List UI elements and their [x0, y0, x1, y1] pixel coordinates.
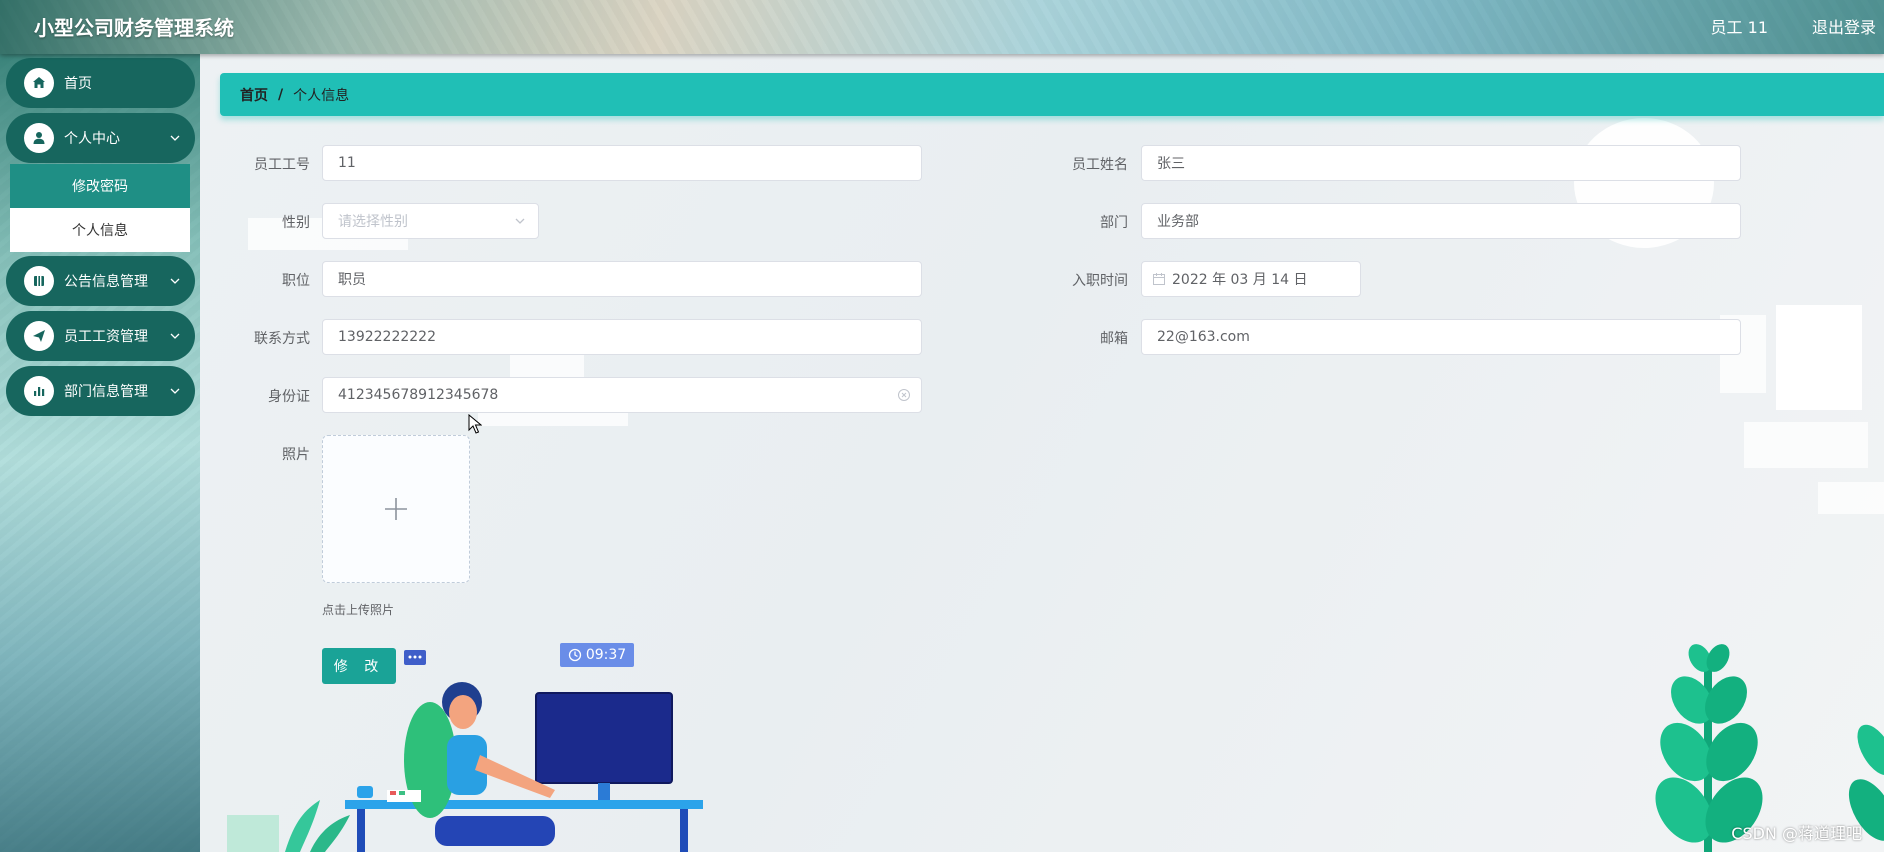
paper-plane-icon: [24, 321, 54, 351]
hire-date-picker[interactable]: 2022 年 03 月 14 日: [1141, 261, 1361, 297]
email-field[interactable]: 22@163.com: [1141, 319, 1741, 355]
calendar-icon: [1153, 273, 1165, 285]
plus-icon: [385, 498, 407, 520]
clock-icon: [568, 648, 581, 662]
submenu-item-change-password[interactable]: 修改密码: [10, 164, 190, 208]
decor-block: [510, 355, 584, 377]
sidebar-item-personal-center[interactable]: 个人中心: [6, 113, 195, 163]
sidebar-item-label: 首页: [64, 76, 92, 92]
sidebar-item-department-management[interactable]: 部门信息管理: [6, 366, 195, 416]
upload-hint: 点击上传照片: [322, 603, 395, 617]
gender-select-placeholder: 请选择性别: [338, 214, 408, 230]
decor-block: [1744, 422, 1868, 468]
chevron-down-icon: [170, 333, 180, 339]
breadcrumb-current: 个人信息: [293, 87, 350, 104]
photo-label: 照片: [282, 447, 310, 463]
sidebar-item-label: 个人中心: [64, 131, 120, 147]
breadcrumb: 首页 / 个人信息: [220, 73, 1884, 116]
breadcrumb-home[interactable]: 首页: [240, 85, 268, 105]
bar-chart-icon: [24, 376, 54, 406]
employee-id-field[interactable]: 11: [322, 145, 922, 181]
clear-icon[interactable]: [897, 388, 911, 402]
breadcrumb-separator: /: [278, 86, 284, 103]
sidebar-item-home[interactable]: 首页: [6, 58, 195, 108]
watermark: CSDN @蒋道理吧: [1731, 824, 1862, 843]
chevron-down-icon: [170, 135, 180, 141]
position-field[interactable]: 职员: [322, 261, 922, 297]
chevron-down-icon: [170, 388, 180, 394]
id-card-field[interactable]: 412345678912345678: [322, 377, 922, 413]
sidebar-item-label: 公告信息管理: [64, 274, 148, 290]
gender-label: 性别: [282, 215, 310, 231]
id-card-value: 412345678912345678: [338, 387, 499, 403]
logout-link[interactable]: 退出登录: [1812, 14, 1876, 38]
chevron-down-icon: [170, 278, 180, 284]
employee-id-label: 员工工号: [254, 157, 310, 173]
sidebar-item-label: 员工工资管理: [64, 329, 148, 345]
department-field[interactable]: 业务部: [1141, 203, 1741, 239]
phone-label: 联系方式: [254, 331, 310, 347]
current-user: 员工 11: [1710, 18, 1768, 37]
top-bar: 小型公司财务管理系统 员工 11 退出登录: [0, 0, 1884, 54]
chevron-down-icon: [515, 218, 525, 224]
phone-field[interactable]: 13922222222: [322, 319, 922, 355]
position-label: 职位: [282, 273, 310, 289]
photo-upload[interactable]: [322, 435, 470, 583]
decor-block: [1818, 482, 1884, 514]
submit-button[interactable]: 修 改: [322, 648, 396, 684]
user-icon: [24, 123, 54, 153]
notice-icon: [24, 266, 54, 296]
sidebar-item-label: 部门信息管理: [64, 384, 148, 400]
employee-name-label: 员工姓名: [1072, 157, 1128, 173]
gender-select[interactable]: 请选择性别: [322, 203, 539, 239]
clock-badge: 09:37: [560, 643, 634, 667]
submenu-item-personal-info[interactable]: 个人信息: [10, 208, 190, 252]
hire-date-label: 入职时间: [1072, 273, 1128, 289]
hire-date-value: 2022 年 03 月 14 日: [1172, 272, 1308, 288]
home-icon: [24, 68, 54, 98]
app-title: 小型公司财务管理系统: [34, 16, 234, 40]
sidebar: 首页 个人中心 修改密码 个人信息 公告信息管理 员工工资管理 部门信息管理: [0, 54, 200, 852]
office-worker-illustration: [227, 650, 703, 852]
sidebar-item-notice-management[interactable]: 公告信息管理: [6, 256, 195, 306]
email-label: 邮箱: [1100, 331, 1128, 347]
clock-time: 09:37: [585, 647, 627, 663]
id-card-label: 身份证: [268, 389, 310, 405]
sidebar-item-salary-management[interactable]: 员工工资管理: [6, 311, 195, 361]
decor-block: [1776, 305, 1862, 410]
department-label: 部门: [1100, 215, 1128, 231]
mouse-cursor: [468, 414, 482, 434]
employee-name-field[interactable]: 张三: [1141, 145, 1741, 181]
